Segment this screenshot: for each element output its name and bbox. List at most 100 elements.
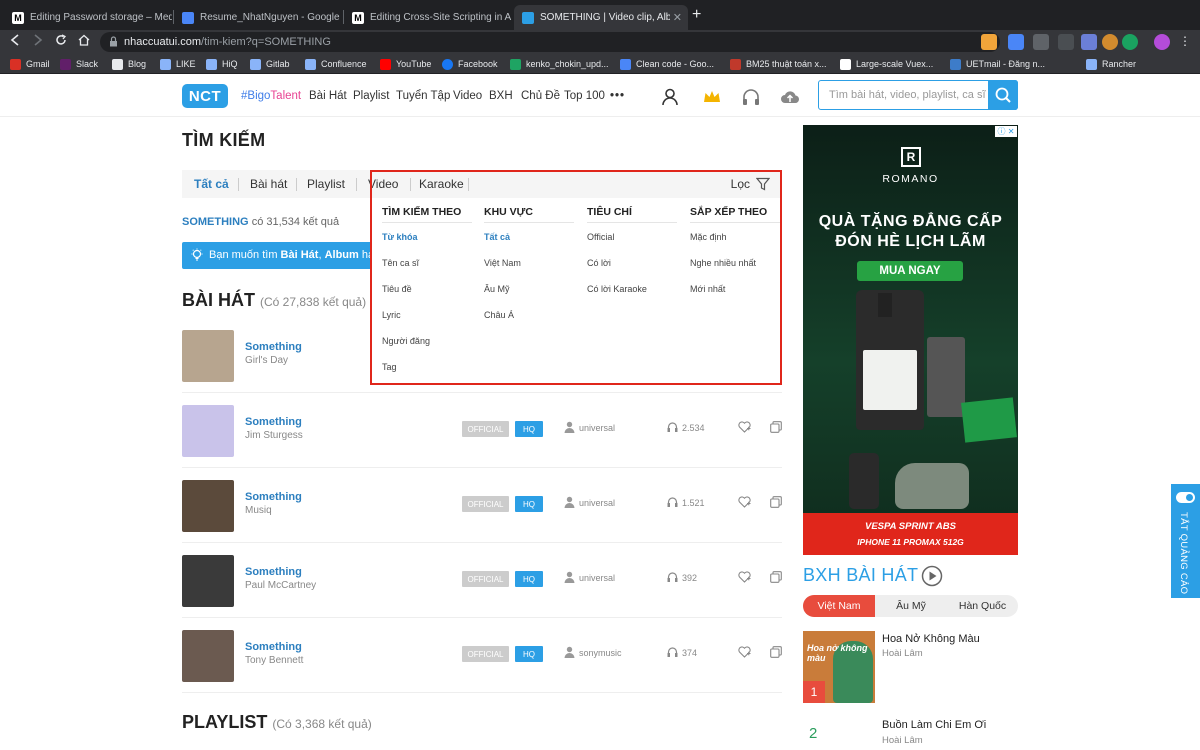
tab-playlist[interactable]: Playlist: [307, 177, 345, 191]
bookmark[interactable]: Gitlab: [250, 57, 290, 71]
add-to-playlist-icon[interactable]: [738, 421, 751, 433]
toggle-switch-icon[interactable]: [1176, 492, 1195, 503]
chart-tab-vietnam[interactable]: Việt Nam: [803, 595, 875, 617]
bookmark[interactable]: YouTube: [380, 57, 431, 71]
romano-ad-banner[interactable]: R ROMANO QUÀ TẶNG ĐẲNG CẤP ĐÓN HÈ LỊCH L…: [803, 125, 1018, 555]
nav-playlist[interactable]: Playlist: [353, 90, 389, 102]
extension-icon[interactable]: [1033, 34, 1049, 50]
search-button[interactable]: [988, 80, 1018, 110]
nav-collections[interactable]: Tuyển Tập: [396, 90, 450, 102]
song-title[interactable]: Something: [245, 416, 302, 428]
back-icon[interactable]: [10, 34, 20, 49]
home-icon[interactable]: [78, 34, 90, 49]
bookmark[interactable]: Slack: [60, 57, 98, 71]
reload-icon[interactable]: [55, 34, 67, 49]
adchoices-icon[interactable]: ⓘ ✕: [995, 126, 1017, 137]
song-title[interactable]: Something: [245, 566, 302, 578]
bookmark[interactable]: Blog: [112, 57, 146, 71]
bookmark[interactable]: Large-scale Vuex...: [840, 57, 933, 71]
bookmark[interactable]: Facebook: [442, 57, 498, 71]
upload-cloud-icon[interactable]: [780, 87, 800, 107]
copy-link-icon[interactable]: [770, 646, 782, 658]
extension-icon[interactable]: [1081, 34, 1097, 50]
ad-buy-now-button[interactable]: MUA NGAY: [857, 261, 963, 281]
browser-tab[interactable]: M Editing Password storage – Med: [4, 5, 172, 30]
nav-bigo-talent[interactable]: #BigoTalent: [241, 90, 301, 102]
song-uploader[interactable]: universal: [579, 573, 615, 583]
song-thumbnail[interactable]: [182, 405, 234, 457]
song-artist[interactable]: Paul McCartney: [245, 580, 316, 591]
browser-tab[interactable]: M Editing Cross-Site Scripting in A: [344, 5, 512, 30]
search-query[interactable]: SOMETHING: [182, 216, 249, 228]
chart-item-title[interactable]: Buồn Làm Chi Em Ơi: [882, 719, 986, 731]
new-tab-icon[interactable]: +: [692, 6, 701, 24]
add-to-playlist-icon[interactable]: [738, 646, 751, 658]
profile-avatar-icon[interactable]: [1154, 34, 1170, 50]
more-menu-icon[interactable]: •••: [610, 90, 625, 102]
song-row[interactable]: Something Musiq OFFICIAL HQ universal 1.521: [182, 468, 782, 543]
nav-video[interactable]: Video: [453, 90, 482, 102]
song-row[interactable]: Something Tony Bennett OFFICIAL HQ sonymusic…: [182, 618, 782, 693]
copy-link-icon[interactable]: [770, 496, 782, 508]
add-to-playlist-icon[interactable]: [738, 571, 751, 583]
chart-tab-korea[interactable]: Hàn Quốc: [947, 595, 1018, 617]
song-title[interactable]: Something: [245, 641, 302, 653]
bookmark[interactable]: Rancher: [1086, 57, 1136, 71]
site-search-box[interactable]: Tìm bài hát, video, playlist, ca sĩ: [818, 80, 1018, 110]
ad-toggle[interactable]: TẮT QUẢNG CÁO: [1171, 484, 1200, 598]
bookmark[interactable]: Clean code - Goo...: [620, 57, 714, 71]
nav-songs[interactable]: Bài Hát: [309, 90, 347, 102]
song-thumbnail[interactable]: [182, 480, 234, 532]
copy-link-icon[interactable]: [770, 421, 782, 433]
song-uploader[interactable]: sonymusic: [579, 648, 622, 658]
chart-item-artist[interactable]: Hoài Lâm: [882, 648, 923, 659]
grammarly-icon[interactable]: [1122, 34, 1138, 50]
bookmark[interactable]: HiQ: [206, 57, 238, 71]
bookmark[interactable]: kenko_chokin_upd...: [510, 57, 609, 71]
headphones-icon[interactable]: [741, 87, 761, 107]
song-title[interactable]: Something: [245, 491, 302, 503]
song-title[interactable]: Something: [245, 341, 302, 353]
address-bar[interactable]: nhaccuatui.com/tim-kiem?q=SOMETHING: [100, 32, 1000, 52]
tab-all[interactable]: Tất cả: [194, 177, 229, 191]
song-artist[interactable]: Jim Sturgess: [245, 430, 303, 441]
song-uploader[interactable]: universal: [579, 423, 615, 433]
song-artist[interactable]: Tony Bennett: [245, 655, 303, 666]
search-input[interactable]: Tìm bài hát, video, playlist, ca sĩ: [829, 89, 986, 101]
bookmark[interactable]: Gmail: [10, 57, 50, 71]
browser-tab-active[interactable]: SOMETHING | Video clip, Album ✕: [514, 5, 688, 30]
song-artist[interactable]: Musiq: [245, 505, 272, 516]
copy-link-icon[interactable]: [770, 571, 782, 583]
nav-charts[interactable]: BXH: [489, 90, 513, 102]
cookie-icon[interactable]: [1102, 34, 1118, 50]
song-row[interactable]: Something Jim Sturgess OFFICIAL HQ universal…: [182, 393, 782, 468]
song-thumbnail[interactable]: [182, 330, 234, 382]
add-to-playlist-icon[interactable]: [738, 496, 751, 508]
user-icon[interactable]: [660, 87, 680, 107]
nct-logo[interactable]: NCT: [182, 84, 228, 108]
forward-icon[interactable]: [33, 34, 43, 49]
bookmark[interactable]: LIKE: [160, 57, 196, 71]
song-thumbnail[interactable]: [182, 630, 234, 682]
nav-top100[interactable]: Top 100: [564, 90, 605, 102]
nav-topics[interactable]: Chủ Đề: [521, 90, 560, 102]
tab-songs[interactable]: Bài hát: [250, 177, 287, 191]
search-hint-banner[interactable]: Bạn muốn tìm Bài Hát, Album hay V: [182, 242, 382, 269]
play-circle-icon[interactable]: [921, 565, 943, 587]
chart-title[interactable]: BXH BÀI HÁT: [803, 565, 918, 586]
brave-shield-icon[interactable]: [981, 34, 997, 50]
vip-crown-icon[interactable]: [702, 87, 722, 107]
song-row[interactable]: Something Paul McCartney OFFICIAL HQ univers…: [182, 543, 782, 618]
chart-item-artist[interactable]: Hoài Lâm: [882, 735, 923, 746]
bookmark[interactable]: BM25 thuật toán x...: [730, 57, 827, 71]
extension-icon[interactable]: [1058, 34, 1074, 50]
song-uploader[interactable]: universal: [579, 498, 615, 508]
translate-icon[interactable]: [1008, 34, 1024, 50]
bookmark[interactable]: Confluence: [305, 57, 367, 71]
song-thumbnail[interactable]: [182, 555, 234, 607]
song-artist[interactable]: Girl's Day: [245, 355, 288, 366]
browser-tab[interactable]: Resume_NhatNguyen - Google D: [174, 5, 342, 30]
chart-item-thumbnail[interactable]: Hoa nở không màu 1: [803, 631, 875, 703]
bookmark[interactable]: UETmail - Đăng n...: [950, 57, 1045, 71]
chart-item-title[interactable]: Hoa Nở Không Màu: [882, 633, 980, 645]
